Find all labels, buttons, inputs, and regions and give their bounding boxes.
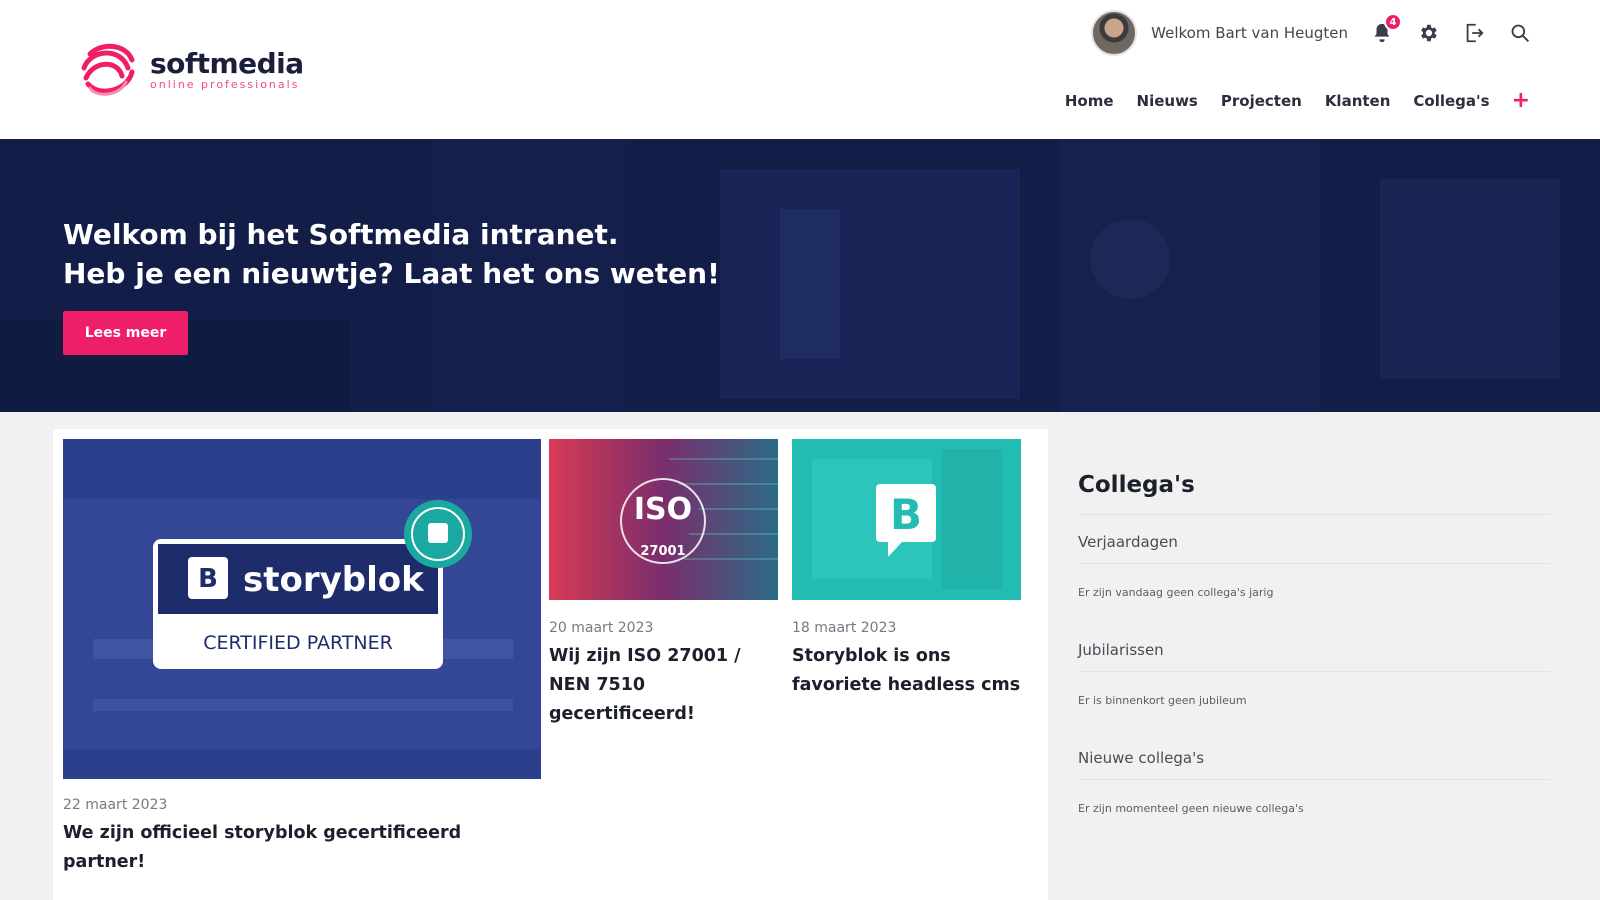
main-nav: Home Nieuws Projecten Klanten Collega's … (1042, 90, 1530, 112)
section-anniversaries[interactable]: Jubilarissen (1078, 623, 1550, 672)
iso-logo-text: ISO (634, 492, 692, 527)
nav-add-button[interactable]: + (1512, 90, 1530, 112)
nav-nieuws[interactable]: Nieuws (1137, 92, 1198, 110)
search-button[interactable] (1508, 21, 1532, 45)
anniversaries-empty-text: Er is binnenkort geen jubileum (1078, 694, 1247, 707)
settings-button[interactable] (1416, 21, 1440, 45)
sidebar-title: Collega's (1078, 472, 1550, 515)
news-item-iso[interactable]: ISO 27001 20 maart 2023 Wij zijn ISO 270… (549, 439, 778, 729)
news-image-iso[interactable]: ISO 27001 (549, 439, 778, 600)
notification-count-badge: 4 (1384, 13, 1402, 31)
news-headline[interactable]: Storyblok is ons favoriete headless cms (792, 642, 1021, 700)
news-date: 18 maart 2023 (792, 620, 897, 636)
news-headline[interactable]: We zijn officieel storyblok gecertificee… (63, 819, 541, 877)
section-new-colleagues[interactable]: Nieuwe collega's (1078, 731, 1550, 780)
logo-tagline: online professionals (150, 78, 300, 91)
birthdays-empty-text: Er zijn vandaag geen collega's jarig (1078, 586, 1274, 599)
logo-name: softmedia (150, 47, 304, 80)
logo-swirl-icon (81, 43, 135, 96)
news-headline[interactable]: Wij zijn ISO 27001 / NEN 7510 gecertific… (549, 642, 778, 729)
softmedia-logo[interactable]: softmedia online professionals (76, 38, 304, 102)
search-icon (1511, 24, 1530, 43)
gear-icon (1421, 24, 1437, 42)
hero-banner: Welkom bij het Softmedia intranet. Heb j… (0, 139, 1600, 412)
storyblok-b-image: B (792, 439, 1021, 600)
nav-collegas[interactable]: Collega's (1413, 92, 1489, 110)
nav-projecten[interactable]: Projecten (1221, 92, 1302, 110)
news-image-storyblok-b[interactable]: B (792, 439, 1021, 600)
news-date: 20 maart 2023 (549, 620, 654, 636)
notifications-button[interactable]: 4 (1370, 13, 1402, 45)
news-item-featured[interactable]: B storyblok CERTIFIED PARTNER 22 maart 2… (63, 439, 541, 877)
hero-title-line2: Heb je een nieuwtje? Laat het ons weten! (63, 257, 720, 290)
nav-klanten[interactable]: Klanten (1325, 92, 1391, 110)
storyblok-logo-letter: B (198, 564, 218, 594)
storyblok-b-letter: B (890, 490, 922, 539)
read-more-button[interactable]: Lees meer (63, 311, 188, 355)
logout-button[interactable] (1462, 21, 1486, 45)
news-panel: B storyblok CERTIFIED PARTNER 22 maart 2… (53, 429, 1048, 900)
welcome-text: Welkom Bart van Heugten (1151, 24, 1348, 42)
content-area: B storyblok CERTIFIED PARTNER 22 maart 2… (0, 412, 1600, 900)
iso-certification-image: ISO 27001 (549, 439, 778, 600)
new-colleagues-empty-text: Er zijn momenteel geen nieuwe collega's (1078, 802, 1304, 815)
news-date: 22 maart 2023 (63, 797, 168, 813)
nav-home[interactable]: Home (1065, 92, 1114, 110)
site-header: softmedia online professionals Welkom Ba… (0, 0, 1600, 139)
user-avatar[interactable] (1091, 10, 1138, 56)
hero-title: Welkom bij het Softmedia intranet. Heb j… (63, 215, 720, 293)
storyblok-certified-image: B storyblok CERTIFIED PARTNER (63, 439, 541, 779)
section-birthdays[interactable]: Verjaardagen (1078, 515, 1550, 564)
user-bar: Welkom Bart van Heugten 4 (1091, 10, 1532, 56)
news-image-storyblok[interactable]: B storyblok CERTIFIED PARTNER (63, 439, 541, 779)
colleagues-sidebar: Collega's Verjaardagen Er zijn vandaag g… (1078, 472, 1550, 839)
iso-number-text: 27001 (640, 544, 685, 559)
news-item-headless-cms[interactable]: B 18 maart 2023 Storyblok is ons favorie… (792, 439, 1021, 700)
hero-title-line1: Welkom bij het Softmedia intranet. (63, 218, 619, 251)
storyblok-wordmark: storyblok (243, 560, 425, 600)
certified-partner-caption: CERTIFIED PARTNER (203, 632, 393, 654)
logout-icon (1466, 23, 1484, 43)
